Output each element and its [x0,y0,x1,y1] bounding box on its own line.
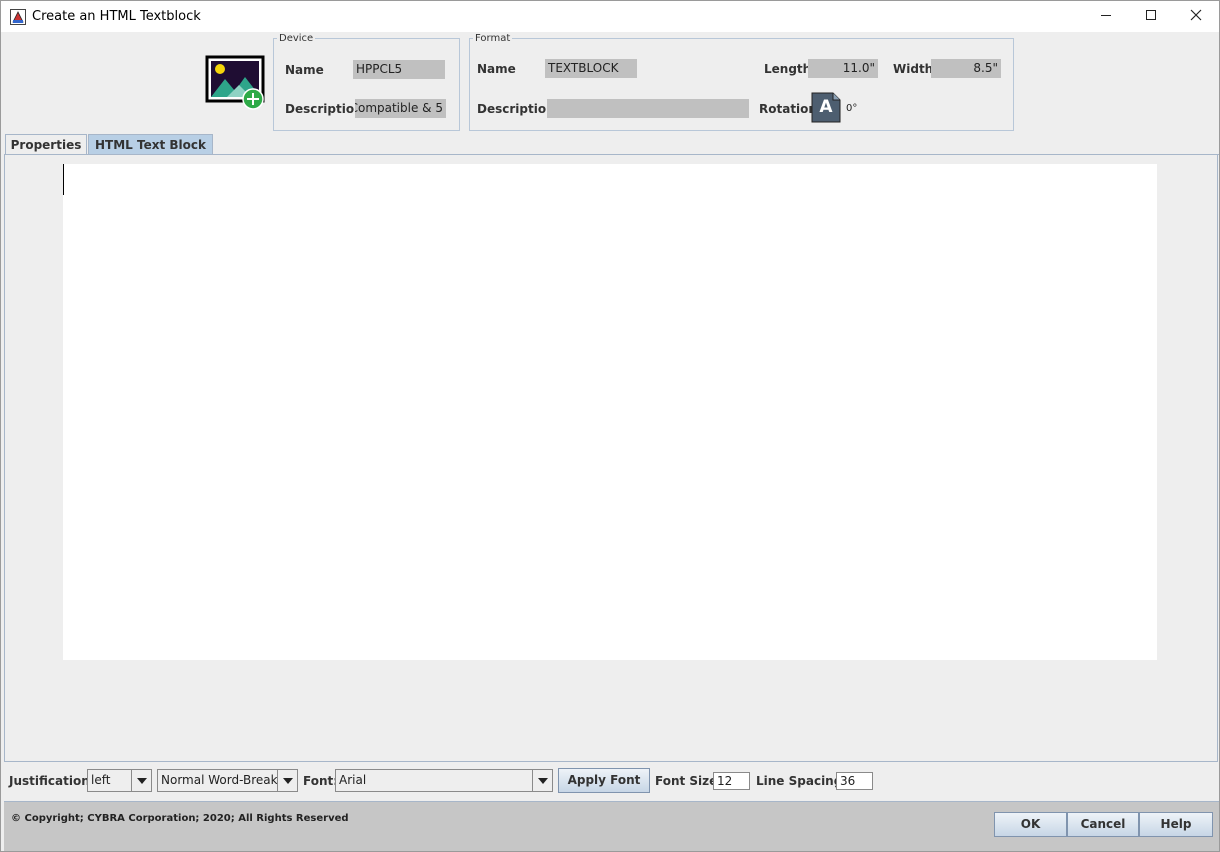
format-description-field [547,99,749,118]
ok-button[interactable]: OK [994,812,1067,837]
tab-properties[interactable]: Properties [5,134,87,155]
apply-font-button[interactable]: Apply Font [558,768,650,793]
close-button[interactable] [1173,1,1219,32]
device-description-field: 5 & Compatible [355,99,446,118]
font-size-input[interactable]: 12 [713,772,750,790]
format-legend: Format [475,33,511,44]
maximize-icon [1145,9,1157,24]
length-label: Length [764,62,812,76]
chevron-down-icon [277,770,297,791]
image-add-icon [205,55,267,111]
rotation-icon-letter: A [819,97,833,117]
dialog-window: Create an HTML Textblock Device Name HPP… [0,0,1220,852]
rotation-value: 0° [846,103,858,114]
rotation-icon[interactable]: A [811,92,841,123]
minimize-icon [1100,9,1112,24]
chevron-down-icon [532,770,552,791]
justification-select[interactable]: left [87,769,152,792]
width-field: 8.5" [931,59,1001,78]
justification-value: left [91,773,111,787]
line-spacing-input[interactable]: 36 [836,772,873,790]
line-spacing-label: Line Spacing: [756,774,848,788]
chevron-down-icon [131,770,151,791]
java-app-icon [10,9,26,25]
font-select[interactable]: Arial [335,769,553,792]
device-name-label: Name [285,63,324,77]
device-legend: Device [279,33,314,44]
window-title: Create an HTML Textblock [32,9,201,24]
font-value: Arial [339,773,367,787]
length-field: 11.0" [808,59,878,78]
copyright-text: © Copyright; CYBRA Corporation; 2020; Al… [11,813,349,824]
rotation-label: Rotation [759,102,817,116]
format-name-field: TEXTBLOCK [545,59,637,78]
device-name-field: HPPCL5 [353,60,445,79]
format-description-label: Description [477,102,555,116]
tab-html-text-block[interactable]: HTML Text Block [88,134,213,155]
title-bar[interactable]: Create an HTML Textblock [1,1,1219,32]
font-label: Font: [303,774,339,788]
html-editor[interactable] [63,164,1157,660]
help-button[interactable]: Help [1139,812,1213,837]
close-icon [1190,9,1202,24]
justification-label: Justification: [9,774,95,788]
minimize-button[interactable] [1083,1,1129,32]
text-caret [63,164,64,195]
cancel-button[interactable]: Cancel [1067,812,1139,837]
device-description-label: Description [285,102,363,116]
maximize-button[interactable] [1128,1,1174,32]
width-label: Width [893,62,934,76]
word-break-select[interactable]: Normal Word-Break [157,769,298,792]
word-break-value: Normal Word-Break [161,773,278,787]
format-name-label: Name [477,62,516,76]
